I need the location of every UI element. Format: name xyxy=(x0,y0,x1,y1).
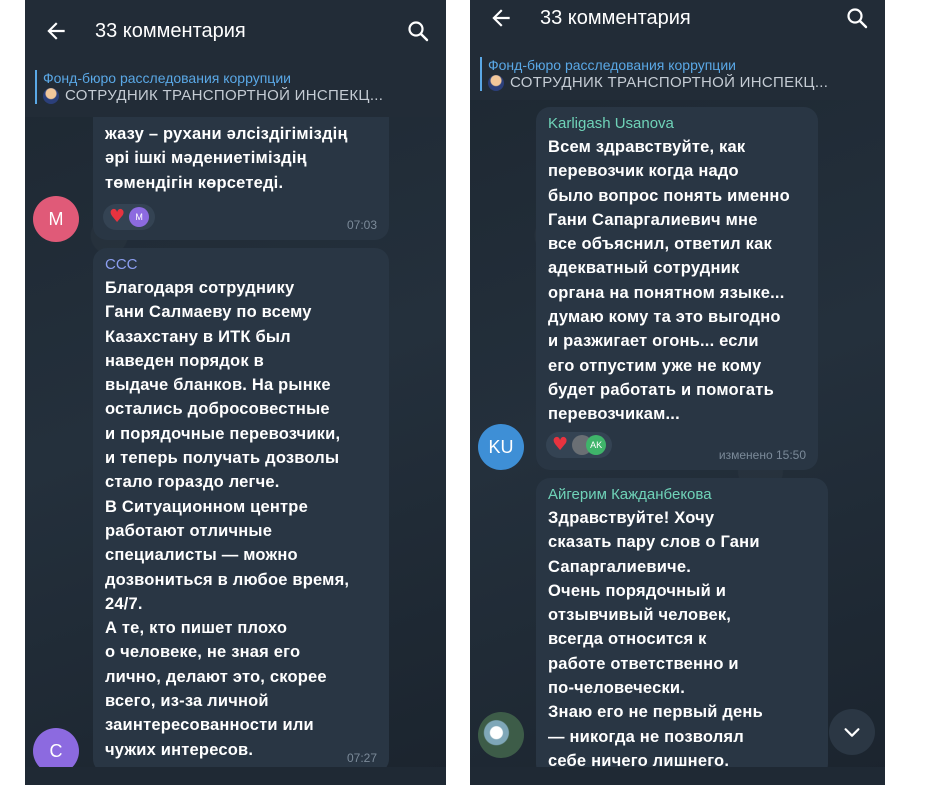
text-line: все объяснил, ответил как xyxy=(548,235,772,254)
sender-name[interactable]: Karligash Usanova xyxy=(548,115,818,132)
chevron-down-icon xyxy=(844,728,860,737)
text-line: А те, кто пишет плохо xyxy=(105,619,288,638)
text-line: работе ответственно и xyxy=(548,654,739,673)
comment-text: Здравствуйте! Хочу сказать пару слов о Г… xyxy=(548,506,826,773)
message-time: 07:03 xyxy=(346,218,377,232)
text-line: Здравствуйте! Хочу xyxy=(548,509,715,527)
pinned-post[interactable]: Фонд-бюро расследования коррупции СОТРУД… xyxy=(35,70,426,104)
pinned-post-text: СОТРУДНИК ТРАНСПОРТНОЙ ИНСПЕКЦ... xyxy=(510,74,829,91)
text-line: отзывчивый человек, xyxy=(548,606,732,625)
text-line: стало гораздо легче. xyxy=(105,473,280,492)
police-officer-emoji-icon xyxy=(488,74,504,91)
header-title: 33 комментария xyxy=(95,19,246,42)
next-comment-edge xyxy=(25,767,446,785)
text-line: заинтересованности или xyxy=(105,716,314,735)
text-line: его отпустим уже не кому xyxy=(548,356,762,375)
text-line: выдаче бланков. На рынке xyxy=(105,376,331,395)
text-line: и разжигает огонь... если xyxy=(548,332,759,351)
sender-name[interactable]: Айгерим Кажданбекова xyxy=(548,486,826,503)
text-line: остались добросовестные xyxy=(105,400,330,419)
sender-name[interactable]: ССС xyxy=(105,256,395,273)
message-time: изменено 15:50 xyxy=(718,448,806,462)
pinned-channel-name: Фонд-бюро расследования коррупции xyxy=(488,57,736,73)
comment-bubble[interactable]: Айгерим Кажданбекова Здравствуйте! Хочу … xyxy=(536,478,828,778)
text-line: жазу – рухани әлсіздігіміздің xyxy=(105,125,348,143)
text-line: всего, из-за личной xyxy=(105,692,269,711)
search-icon[interactable] xyxy=(406,19,430,43)
text-line: Знаю его не первый день xyxy=(548,703,763,722)
reactor-avatar: AK xyxy=(586,435,607,455)
header-title: 33 комментария xyxy=(540,6,691,29)
text-line: 24/7. xyxy=(105,594,143,613)
chat-header: 33 комментария Фонд-бюро расследования к… xyxy=(470,0,885,100)
back-arrow-icon[interactable] xyxy=(43,18,69,44)
text-line: Всем здравствуйте, как xyxy=(548,138,746,156)
user-avatar[interactable]: KU xyxy=(478,424,524,470)
text-line: адекватный сотрудник xyxy=(548,259,740,278)
pinned-channel-name: Фонд-бюро расследования коррупции xyxy=(43,70,291,86)
pinned-post[interactable]: Фонд-бюро расследования коррупции СОТРУД… xyxy=(480,57,865,91)
text-line: В Ситуационном центре xyxy=(105,497,308,516)
reaction-heart[interactable]: ♥ M xyxy=(103,204,156,230)
text-line: работают отличные xyxy=(105,521,273,540)
comment-input-bar[interactable] xyxy=(470,767,885,785)
text-line: сказать пару слов о Гани xyxy=(548,533,760,552)
scroll-down-button[interactable] xyxy=(829,709,875,755)
text-line: органа на понятном языке... xyxy=(548,283,785,302)
text-line: дозвониться в любое время, xyxy=(105,570,350,589)
message-time: 07:27 xyxy=(346,751,377,765)
police-officer-emoji-icon xyxy=(43,87,59,104)
comment-text: жазу – рухани әлсіздігіміздің әрі ішкі м… xyxy=(105,122,395,195)
text-line: Благодаря сотруднику xyxy=(105,279,295,297)
text-line: думаю кому та это выгодно xyxy=(548,308,781,327)
comment-text: Благодаря сотруднику Гани Салмаеву по вс… xyxy=(105,276,395,762)
text-line: и порядочные перевозчики, xyxy=(105,424,341,443)
text-line: наведен порядок в xyxy=(105,351,264,370)
pinned-post-text: СОТРУДНИК ТРАНСПОРТНОЙ ИНСПЕКЦ... xyxy=(65,87,384,104)
user-photo-avatar[interactable] xyxy=(478,712,524,758)
search-icon[interactable] xyxy=(845,6,869,30)
comment-bubble[interactable]: ССС Благодаря сотруднику Гани Салмаеву п… xyxy=(93,248,389,773)
text-line: перевозчикам... xyxy=(548,405,680,424)
comment-text: Всем здравствуйте, как перевозчик когда … xyxy=(548,135,818,427)
text-line: Гани Салмаеву по всему xyxy=(105,303,312,322)
text-line: о человеке, не зная его xyxy=(105,643,301,662)
chat-header: 33 комментария Фонд-бюро расследования к… xyxy=(25,0,446,117)
text-line: всегда относится к xyxy=(548,630,707,649)
heart-icon: ♥ xyxy=(552,434,569,455)
text-line: было вопрос понять именно xyxy=(548,186,790,205)
reactor-avatar: M xyxy=(129,207,150,227)
comment-bubble[interactable]: Karligash Usanova Всем здравствуйте, как… xyxy=(536,107,818,470)
text-line: Сапаргалиевиче. xyxy=(548,557,691,576)
text-line: по-человечески. xyxy=(548,679,686,698)
reaction-heart[interactable]: ♥ AK xyxy=(546,432,613,458)
text-line: Очень порядочный и xyxy=(548,581,727,600)
user-avatar[interactable]: M xyxy=(33,196,79,242)
text-line: будет работать и помогать xyxy=(548,380,774,399)
text-line: Казахстану в ИТК был xyxy=(105,327,291,346)
text-line: Гани Сапаргалиевич мне xyxy=(548,210,758,229)
text-line: лично, делают это, скорее xyxy=(105,667,327,686)
text-line: специалисты — можно xyxy=(105,546,298,565)
back-arrow-icon[interactable] xyxy=(488,5,514,31)
right-chat-screen: 33 комментария Фонд-бюро расследования к… xyxy=(470,0,885,785)
text-line: төмендігін көрсетеді. xyxy=(105,173,284,192)
text-line: перевозчик когда надо xyxy=(548,162,739,181)
text-line: әрі ішкі мәдениетіміздің xyxy=(105,149,307,168)
heart-icon: ♥ xyxy=(109,206,126,227)
left-chat-screen: 33 комментария Фонд-бюро расследования к… xyxy=(25,0,446,785)
text-line: — никогда не позволял xyxy=(548,727,744,746)
text-line: и теперь получать дозволы xyxy=(105,449,340,468)
